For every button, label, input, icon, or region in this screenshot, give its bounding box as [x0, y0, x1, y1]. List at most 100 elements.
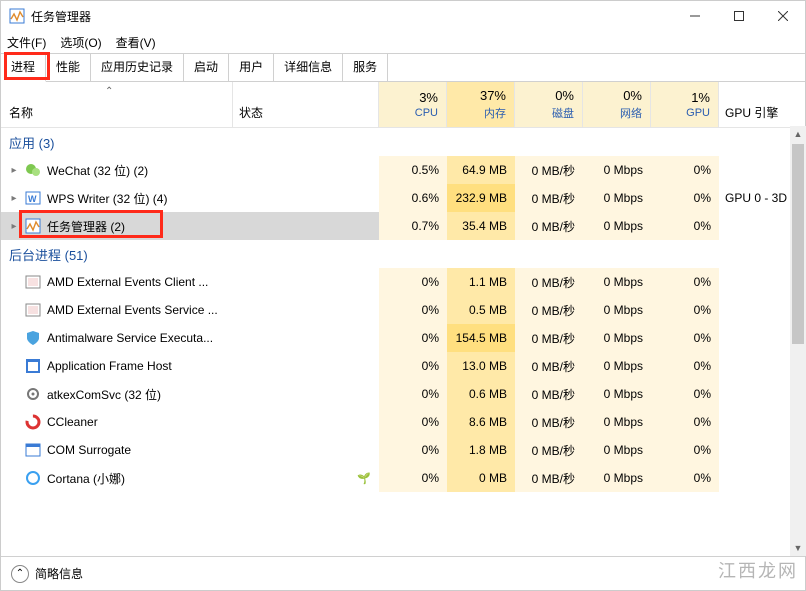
cell-disk: 0 MB/秒	[515, 324, 583, 352]
cell-status	[233, 296, 379, 324]
process-list[interactable]: 应用 (3) ▸WeChat (32 位) (2)0.5%64.9 MB0 MB…	[1, 128, 805, 556]
process-name: AMD External Events Service ...	[47, 303, 218, 317]
cell-gpu: 0%	[651, 352, 719, 380]
cell-cpu: 0%	[379, 268, 447, 296]
process-row[interactable]: ▸任务管理器 (2)0.7%35.4 MB0 MB/秒0 Mbps0%	[1, 212, 805, 240]
tab-users[interactable]: 用户	[229, 54, 274, 81]
process-row[interactable]: ▸WWPS Writer (32 位) (4)0.6%232.9 MB0 MB/…	[1, 184, 805, 212]
group-background[interactable]: 后台进程 (51)	[1, 240, 805, 268]
tab-services[interactable]: 服务	[343, 54, 388, 81]
scroll-down-arrow[interactable]: ▼	[790, 540, 806, 556]
cell-cpu: 0.5%	[379, 156, 447, 184]
cell-status	[233, 156, 379, 184]
cell-disk: 0 MB/秒	[515, 464, 583, 492]
cell-status	[233, 268, 379, 296]
process-row[interactable]: Cortana (小娜)🌱0%0 MB0 MB/秒0 Mbps0%	[1, 464, 805, 492]
process-row[interactable]: AMD External Events Client ... 0%1.1 MB 0 …	[1, 268, 805, 296]
column-name[interactable]: ⌃ 名称	[1, 82, 233, 127]
cell-mem: 0 MB	[447, 464, 515, 492]
cell-net: 0 Mbps	[583, 268, 651, 296]
column-gpu[interactable]: 1% GPU	[651, 82, 719, 127]
fewer-details-label[interactable]: 简略信息	[35, 565, 83, 582]
expand-icon[interactable]: ▸	[9, 165, 19, 176]
process-row[interactable]: CCleaner0%8.6 MB0 MB/秒0 Mbps0%	[1, 408, 805, 436]
column-status[interactable]: 状态	[233, 82, 379, 127]
wechat-icon	[25, 162, 41, 178]
appframe-icon	[25, 358, 41, 374]
process-row[interactable]: Antimalware Service Executa...0%154.5 MB…	[1, 324, 805, 352]
minimize-button[interactable]	[673, 1, 717, 31]
title-bar[interactable]: 任务管理器	[1, 1, 805, 31]
maximize-button[interactable]	[717, 1, 761, 31]
process-name: AMD External Events Client ...	[47, 275, 208, 289]
expand-icon[interactable]: ▸	[9, 221, 19, 232]
process-row[interactable]: COM Surrogate0%1.8 MB0 MB/秒0 Mbps0%	[1, 436, 805, 464]
column-headers: ⌃ 名称 状态 3% CPU 37% 内存 0% 磁盘 0% 网络 1% GPU…	[1, 82, 805, 128]
tab-details[interactable]: 详细信息	[274, 54, 343, 81]
column-network[interactable]: 0% 网络	[583, 82, 651, 127]
cell-disk: 0 MB/秒	[515, 408, 583, 436]
menu-view[interactable]: 查看(V)	[116, 34, 156, 51]
wps-icon: W	[25, 190, 41, 206]
ccleaner-icon	[25, 414, 41, 430]
cell-cpu: 0%	[379, 436, 447, 464]
process-name: WeChat (32 位) (2)	[47, 162, 148, 179]
vertical-scrollbar[interactable]: ▲ ▼	[790, 126, 806, 556]
menu-file[interactable]: 文件(F)	[7, 34, 46, 51]
tab-strip: 进程 性能 应用历史记录 启动 用户 详细信息 服务	[1, 53, 805, 82]
amd-icon	[25, 274, 41, 290]
column-disk[interactable]: 0% 磁盘	[515, 82, 583, 127]
cell-gpu: 0%	[651, 184, 719, 212]
group-apps[interactable]: 应用 (3)	[1, 128, 805, 156]
tab-startup[interactable]: 启动	[184, 54, 229, 81]
tab-app-history[interactable]: 应用历史记录	[91, 54, 184, 81]
cell-disk: 0 MB/秒	[515, 296, 583, 324]
scroll-up-arrow[interactable]: ▲	[790, 126, 806, 142]
column-memory[interactable]: 37% 内存	[447, 82, 515, 127]
cell-status: 🌱	[233, 464, 379, 492]
amd-icon	[25, 302, 41, 318]
column-gpu-engine[interactable]: GPU 引擎	[719, 82, 805, 127]
cell-disk: 0 MB/秒	[515, 436, 583, 464]
cell-mem: 154.5 MB	[447, 324, 515, 352]
taskmgr-icon	[9, 8, 25, 24]
leaf-icon: 🌱	[357, 472, 371, 485]
cell-mem: 13.0 MB	[447, 352, 515, 380]
close-button[interactable]	[761, 1, 805, 31]
process-name: CCleaner	[47, 415, 98, 429]
cell-cpu: 0%	[379, 352, 447, 380]
window-title: 任务管理器	[31, 8, 673, 25]
scroll-thumb[interactable]	[792, 144, 804, 344]
watermark: 江西龙网	[718, 557, 798, 583]
cell-mem: 1.8 MB	[447, 436, 515, 464]
cell-mem: 1.1 MB	[447, 268, 515, 296]
process-row[interactable]: Application Frame Host0%13.0 MB0 MB/秒0 M…	[1, 352, 805, 380]
cell-net: 0 Mbps	[583, 380, 651, 408]
cell-net: 0 Mbps	[583, 352, 651, 380]
column-cpu[interactable]: 3% CPU	[379, 82, 447, 127]
process-row[interactable]: atkexComSvc (32 位)0%0.6 MB0 MB/秒0 Mbps0%	[1, 380, 805, 408]
cell-mem: 232.9 MB	[447, 184, 515, 212]
cell-cpu: 0.7%	[379, 212, 447, 240]
cell-disk: 0 MB/秒	[515, 352, 583, 380]
cell-gpu: 0%	[651, 156, 719, 184]
process-name: Cortana (小娜)	[47, 470, 125, 487]
cell-status	[233, 184, 379, 212]
expand-icon[interactable]: ▸	[9, 193, 19, 204]
cell-net: 0 Mbps	[583, 324, 651, 352]
tab-processes[interactable]: 进程	[1, 54, 46, 82]
cell-gpu: 0%	[651, 296, 719, 324]
cell-status	[233, 212, 379, 240]
tab-performance[interactable]: 性能	[46, 54, 91, 81]
process-name: 任务管理器 (2)	[47, 218, 125, 235]
cell-disk: 0 MB/秒	[515, 212, 583, 240]
process-row[interactable]: AMD External Events Service ...0%0.5 MB0…	[1, 296, 805, 324]
menu-options[interactable]: 选项(O)	[60, 34, 101, 51]
cell-status	[233, 352, 379, 380]
cell-mem: 35.4 MB	[447, 212, 515, 240]
cell-net: 0 Mbps	[583, 184, 651, 212]
cell-cpu: 0.6%	[379, 184, 447, 212]
fewer-details-icon[interactable]: ⌃	[11, 565, 29, 583]
process-row[interactable]: ▸WeChat (32 位) (2)0.5%64.9 MB0 MB/秒0 Mbp…	[1, 156, 805, 184]
sort-caret-icon: ⌃	[105, 86, 113, 97]
